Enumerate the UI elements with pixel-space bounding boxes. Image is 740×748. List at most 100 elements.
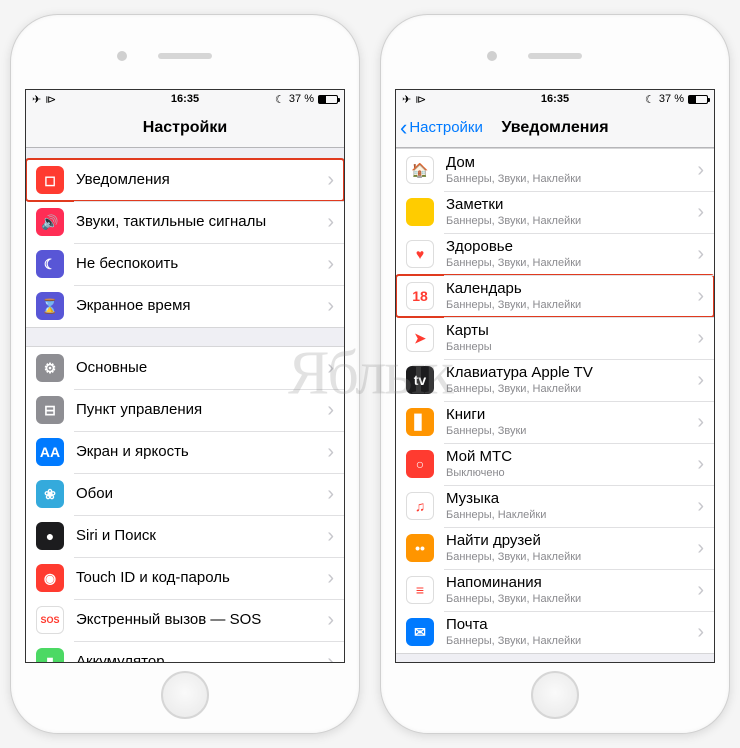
mail-icon: ✉ <box>406 618 434 646</box>
row-appletv[interactable]: tvКлавиатура Apple TVБаннеры, Звуки, Нак… <box>396 359 714 401</box>
row-label: Siri и Поиск <box>76 527 321 545</box>
row-display[interactable]: AAЭкран и яркость› <box>26 431 344 473</box>
notifications-icon: ◻ <box>36 166 64 194</box>
chevron-right-icon: › <box>327 399 334 422</box>
chevron-right-icon: › <box>697 285 704 308</box>
row-notes[interactable]: ЗаметкиБаннеры, Звуки, Наклейки› <box>396 191 714 233</box>
row-label: Экстренный вызов — SOS <box>76 611 321 629</box>
sos-icon: SOS <box>36 606 64 634</box>
chevron-right-icon: › <box>697 579 704 602</box>
chevron-right-icon: › <box>327 441 334 464</box>
row-siri[interactable]: ●Siri и Поиск› <box>26 515 344 557</box>
friends-icon: •• <box>406 534 434 562</box>
row-label: Мой МТС <box>446 448 691 466</box>
chevron-right-icon: › <box>327 357 334 380</box>
row-label: Напоминания <box>446 574 691 592</box>
settings-group: ⚙Основные›⊟Пункт управления›AAЭкран и яр… <box>26 346 344 662</box>
row-general[interactable]: ⚙Основные› <box>26 347 344 389</box>
chevron-right-icon: › <box>327 525 334 548</box>
battery-text: 37 % <box>289 93 314 105</box>
row-sounds[interactable]: 🔊Звуки, тактильные сигналы› <box>26 201 344 243</box>
touchid-icon: ◉ <box>36 564 64 592</box>
row-label: Найти друзей <box>446 532 691 550</box>
row-subtitle: Баннеры, Звуки, Наклейки <box>446 551 691 564</box>
page-title: Уведомления <box>501 119 608 137</box>
chevron-right-icon: › <box>697 495 704 518</box>
chevron-right-icon: › <box>697 621 704 644</box>
chevron-right-icon: › <box>327 609 334 632</box>
notes-icon <box>406 198 434 226</box>
settings-group: ◻Уведомления›🔊Звуки, тактильные сигналы›… <box>26 158 344 328</box>
row-label: Карты <box>446 322 691 340</box>
notifications-group: 🏠ДомБаннеры, Звуки, Наклейки›ЗаметкиБанн… <box>396 148 714 654</box>
wifi-icon: ⧐ <box>45 93 56 106</box>
row-sos[interactable]: SOS Экстренный вызов — SOS › <box>26 599 344 641</box>
row-books[interactable]: ▋КнигиБаннеры, Звуки› <box>396 401 714 443</box>
row-label: Музыка <box>446 490 691 508</box>
chevron-left-icon: ‹ <box>400 117 407 139</box>
row-home[interactable]: 🏠 ДомБаннеры, Звуки, Наклейки › <box>396 149 714 191</box>
chevron-right-icon: › <box>697 159 704 182</box>
row-friends[interactable]: ••Найти друзейБаннеры, Звуки, Наклейки› <box>396 527 714 569</box>
row-label: Уведомления <box>76 171 321 189</box>
screen-right: ✈ ⧐ 16:35 ☾ 37 % ‹ Настройки Уведомления… <box>395 89 715 663</box>
row-maps[interactable]: ➤КартыБаннеры› <box>396 317 714 359</box>
home-button[interactable] <box>161 671 209 719</box>
home-button[interactable] <box>531 671 579 719</box>
row-reminders[interactable]: ≡НапоминанияБаннеры, Звуки, Наклейки› <box>396 569 714 611</box>
row-wallpaper[interactable]: ❀Обои› <box>26 473 344 515</box>
row-subtitle: Выключено <box>446 467 691 480</box>
row-label: Здоровье <box>446 238 691 256</box>
row-music[interactable]: ♫МузыкаБаннеры, Наклейки› <box>396 485 714 527</box>
row-subtitle: Баннеры <box>446 341 691 354</box>
chevron-right-icon: › <box>697 453 704 476</box>
mts-icon: ○ <box>406 450 434 478</box>
back-button[interactable]: ‹ Настройки <box>400 117 483 139</box>
battery-icon: ▮ <box>36 648 64 662</box>
row-health[interactable]: ♥ ЗдоровьеБаннеры, Звуки, Наклейки › <box>396 233 714 275</box>
notifications-list[interactable]: 🏠ДомБаннеры, Звуки, Наклейки›ЗаметкиБанн… <box>396 148 714 662</box>
status-time: 16:35 <box>171 93 199 105</box>
row-screentime[interactable]: ⌛Экранное время› <box>26 285 344 327</box>
row-subtitle: Баннеры, Звуки, Наклейки <box>446 635 691 648</box>
row-subtitle: Баннеры, Звуки, Наклейки <box>446 383 691 396</box>
row-mail[interactable]: ✉ ПочтаБаннеры, Звуки, Наклейки › <box>396 611 714 653</box>
row-label: Не беспокоить <box>76 255 321 273</box>
status-bar: ✈ ⧐ 16:35 ☾ 37 % <box>396 90 714 108</box>
display-icon: AA <box>36 438 64 466</box>
chevron-right-icon: › <box>327 211 334 234</box>
chevron-right-icon: › <box>697 411 704 434</box>
screentime-icon: ⌛ <box>36 292 64 320</box>
chevron-right-icon: › <box>327 483 334 506</box>
row-label: Аккумулятор <box>76 653 321 662</box>
chevron-right-icon: › <box>327 295 334 318</box>
health-icon: ♥ <box>406 240 434 268</box>
row-touchid[interactable]: ◉Touch ID и код-пароль› <box>26 557 344 599</box>
row-subtitle: Баннеры, Звуки, Наклейки <box>446 173 691 186</box>
chevron-right-icon: › <box>697 243 704 266</box>
row-calendar[interactable]: 18КалендарьБаннеры, Звуки, Наклейки› <box>396 275 714 317</box>
row-subtitle: Баннеры, Звуки, Наклейки <box>446 257 691 270</box>
maps-icon: ➤ <box>406 324 434 352</box>
row-label: Дом <box>446 154 691 172</box>
row-control[interactable]: ⊟Пункт управления› <box>26 389 344 431</box>
home-icon: 🏠 <box>406 156 434 184</box>
row-battery[interactable]: ▮ Аккумулятор › <box>26 641 344 662</box>
moon-icon: ☾ <box>645 93 655 106</box>
row-label: Пункт управления <box>76 401 321 419</box>
row-label: Touch ID и код-пароль <box>76 569 321 587</box>
row-subtitle: Баннеры, Звуки, Наклейки <box>446 593 691 606</box>
row-label: Основные <box>76 359 321 377</box>
row-dnd[interactable]: ☾Не беспокоить› <box>26 243 344 285</box>
row-mts[interactable]: ○ Мой МТСВыключено › <box>396 443 714 485</box>
speaker <box>158 53 212 59</box>
settings-list[interactable]: ◻Уведомления›🔊Звуки, тактильные сигналы›… <box>26 148 344 662</box>
chevron-right-icon: › <box>327 651 334 663</box>
page-title: Настройки <box>143 119 227 137</box>
calendar-icon: 18 <box>406 282 434 310</box>
row-label: Книги <box>446 406 691 424</box>
row-notifications[interactable]: ◻Уведомления› <box>26 159 344 201</box>
row-label: Почта <box>446 616 691 634</box>
sounds-icon: 🔊 <box>36 208 64 236</box>
screen-left: ✈ ⧐ 16:35 ☾ 37 % Настройки ◻Уведомления›… <box>25 89 345 663</box>
